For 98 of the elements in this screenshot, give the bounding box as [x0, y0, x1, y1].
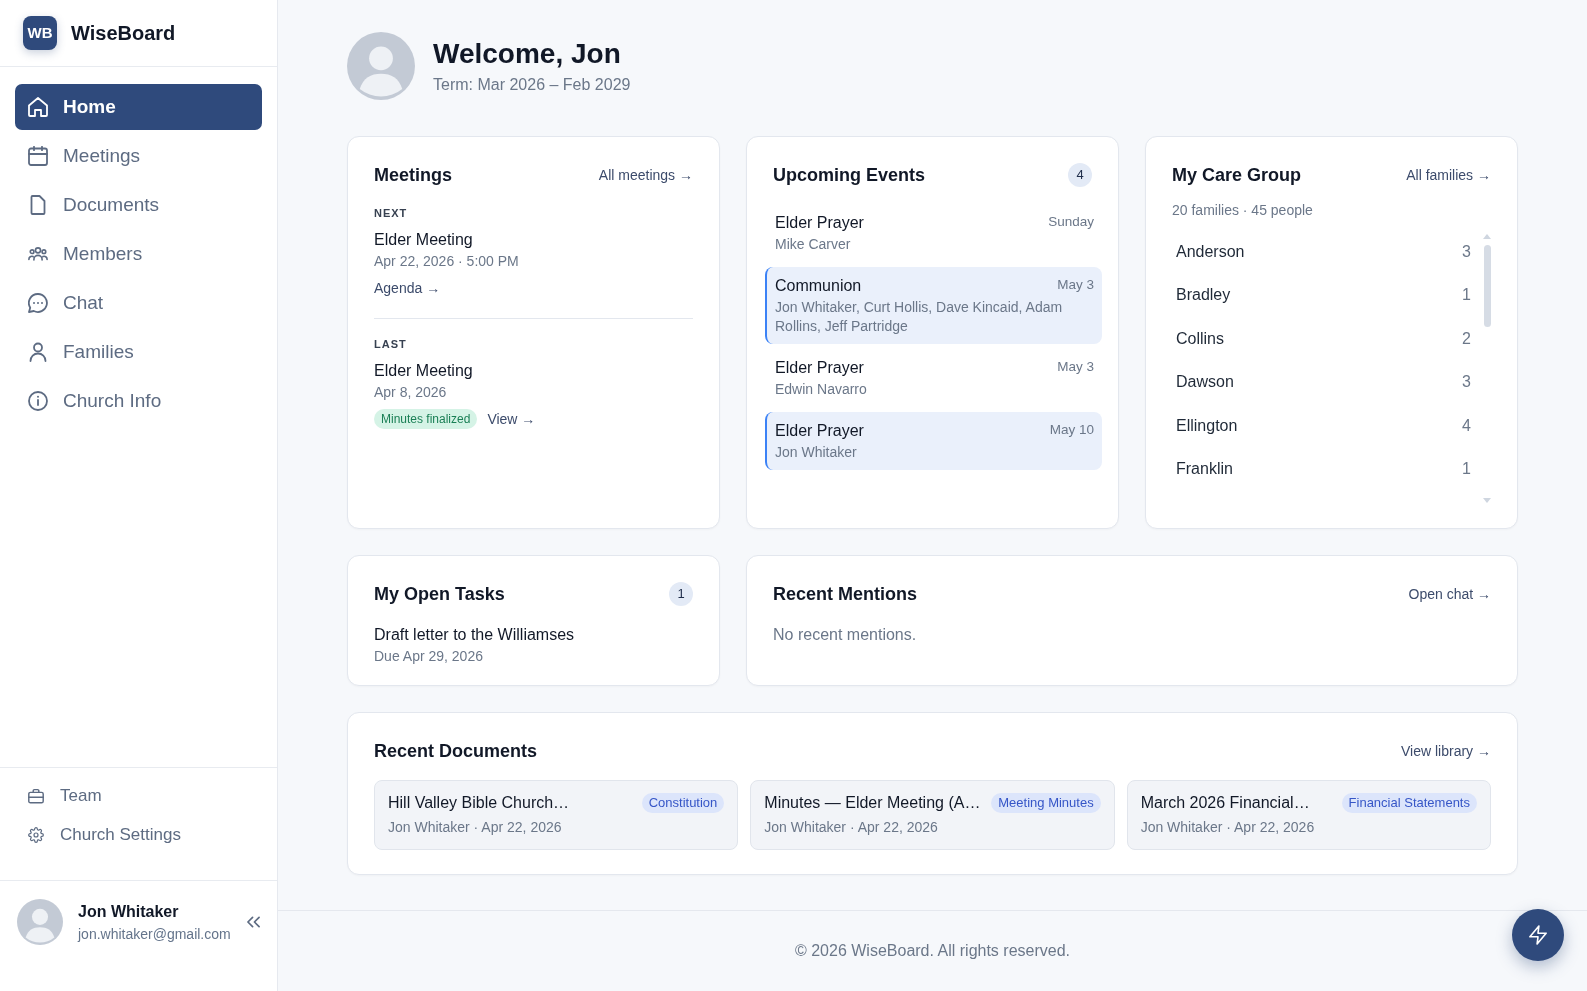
meeting-date: Apr 8, 2026 [374, 383, 448, 402]
meeting-date: Apr 22, 2026 · 5:00 PM [374, 252, 520, 271]
user-name: Jon Whitaker [78, 902, 180, 922]
event-date: May 3 [1056, 358, 1094, 376]
section-label: NEXT [374, 206, 409, 220]
family-member-count: 1 [1462, 459, 1471, 480]
lightning-icon [1529, 925, 1547, 945]
term-text: Term: Mar 2026 – Feb 2029 [433, 75, 631, 95]
chat-bubble-icon [28, 293, 48, 313]
nav-item[interactable]: Meetings [15, 133, 262, 179]
document-meta: Jon Whitaker · Apr 22, 2026 [764, 818, 939, 837]
card-link[interactable]: All meetings → [598, 164, 693, 186]
family-name: Collins [1176, 328, 1224, 349]
family-member-count: 3 [1462, 241, 1471, 262]
event-item[interactable]: Elder Prayer May 3 Edwin Navarro [765, 349, 1102, 407]
document-meta: Jon Whitaker · Apr 22, 2026 [388, 818, 563, 837]
nav-item[interactable]: Chat [15, 280, 262, 326]
quick-action-button[interactable] [1512, 909, 1564, 961]
event-title: Elder Prayer [775, 213, 864, 233]
card-link[interactable]: All families → [1406, 164, 1491, 186]
task-due-date: Due Apr 29, 2026 [374, 647, 484, 666]
document-title: March 2026 Financial… [1140, 793, 1310, 813]
empty-message: No recent mentions. [773, 625, 918, 645]
event-attendees: Jon Whitaker, Curt Hollis, Dave Kincaid, Adam Rollins, Jeff Partridge [775, 298, 1064, 336]
event-date: May 3 [1056, 276, 1094, 294]
family-name: Ellington [1176, 415, 1238, 436]
app-name: WiseBoard [71, 21, 176, 46]
sidebar-link[interactable]: Church Settings [15, 815, 262, 854]
avatar-icon [347, 32, 415, 100]
event-item[interactable]: Communion May 3 Jon Whitaker, Curt Hollis, Dave Kincaid, Adam Rollins, Jeff Partridge [765, 267, 1102, 344]
family-member-count: 1 [1462, 285, 1471, 306]
card-title: Meetings [374, 164, 452, 187]
user-email: jon.whitaker@gmail.com [78, 925, 231, 944]
card-link[interactable]: View library → [1401, 740, 1491, 762]
family-name: Dawson [1176, 372, 1234, 393]
people-icon [28, 244, 48, 264]
card-title: My Care Group [1172, 164, 1302, 187]
event-item[interactable]: Elder Prayer May 10 Jon Whitaker [765, 412, 1102, 470]
document-icon [28, 195, 48, 215]
action-link[interactable]: View → [487, 409, 536, 429]
section-label: LAST [374, 337, 408, 351]
count-badge: 4 [1068, 163, 1092, 187]
event-item[interactable]: Elder Prayer Sunday Mike Carver [765, 204, 1102, 262]
person-icon [28, 342, 48, 362]
scroll-down-icon[interactable] [1483, 498, 1491, 503]
welcome-title: Welcome, Jon [433, 37, 622, 71]
event-date: May 10 [1048, 421, 1094, 439]
briefcase-icon [28, 787, 44, 804]
card-title: My Open Tasks [374, 583, 505, 606]
document-tile[interactable]: Hill Valley Bible Church… Constitution Jon Whitaker · Apr 22, 2026 [374, 780, 739, 850]
status-pill: Minutes finalized [374, 409, 478, 429]
document-meta: Jon Whitaker · Apr 22, 2026 [1140, 818, 1316, 837]
action-link[interactable]: Agenda → [374, 278, 441, 298]
count-badge: 1 [669, 582, 693, 606]
nav-item[interactable]: Families [15, 329, 262, 375]
nav-item[interactable]: Documents [15, 182, 262, 228]
footer-text: © 2026 WiseBoard. All rights reserved. [795, 941, 1070, 961]
avatar-icon [17, 899, 63, 945]
card-link[interactable]: Open chat → [1408, 583, 1491, 605]
home-icon [28, 97, 48, 117]
nav-item[interactable]: Members [15, 231, 262, 277]
calendar-icon [28, 146, 48, 166]
document-title: Minutes — Elder Meeting (A… [764, 793, 981, 813]
event-attendees: Mike Carver [775, 235, 852, 254]
document-tag: Constitution [641, 793, 725, 813]
meeting-title: Elder Meeting [374, 230, 474, 250]
event-title: Elder Prayer [775, 421, 864, 441]
family-member-count: 4 [1462, 415, 1471, 436]
document-tile[interactable]: Minutes — Elder Meeting (A… Meeting Minutes Jon Whitaker · Apr 22, 2026 [750, 780, 1115, 850]
event-attendees: Edwin Navarro [775, 380, 868, 399]
family-name: Anderson [1176, 241, 1245, 262]
event-title: Elder Prayer [775, 358, 864, 378]
card-title: Upcoming Events [773, 164, 926, 187]
family-member-count: 2 [1462, 328, 1471, 349]
family-name: Bradley [1176, 285, 1231, 306]
collapse-icon[interactable] [247, 916, 260, 928]
scrollbar-thumb[interactable] [1483, 245, 1491, 327]
card-title: Recent Mentions [773, 583, 918, 606]
sidebar-link[interactable]: Team [15, 776, 262, 815]
settings-icon [28, 826, 44, 843]
family-member-count: 3 [1462, 372, 1471, 393]
info-icon [28, 391, 48, 411]
document-tag: Financial Statements [1341, 793, 1477, 813]
document-title: Hill Valley Bible Church… [388, 793, 570, 813]
scroll-up-icon[interactable] [1483, 234, 1491, 239]
event-attendees: Jon Whitaker [775, 443, 858, 462]
event-date: Sunday [1047, 213, 1094, 231]
family-name: Franklin [1176, 459, 1233, 480]
document-tile[interactable]: March 2026 Financial… Financial Statements Jon Whitaker · Apr 22, 2026 [1126, 780, 1491, 850]
nav-item[interactable]: Church Info [15, 378, 262, 424]
card-title: Recent Documents [374, 740, 538, 763]
meeting-title: Elder Meeting [374, 361, 474, 381]
group-summary: 20 families · 45 people [1172, 201, 1314, 220]
task-title: Draft letter to the Williamses [374, 625, 576, 645]
document-tag: Meeting Minutes [991, 793, 1101, 813]
logo-mark: WB [23, 16, 57, 50]
nav-item[interactable]: Home [15, 84, 262, 130]
event-title: Communion [775, 276, 862, 296]
